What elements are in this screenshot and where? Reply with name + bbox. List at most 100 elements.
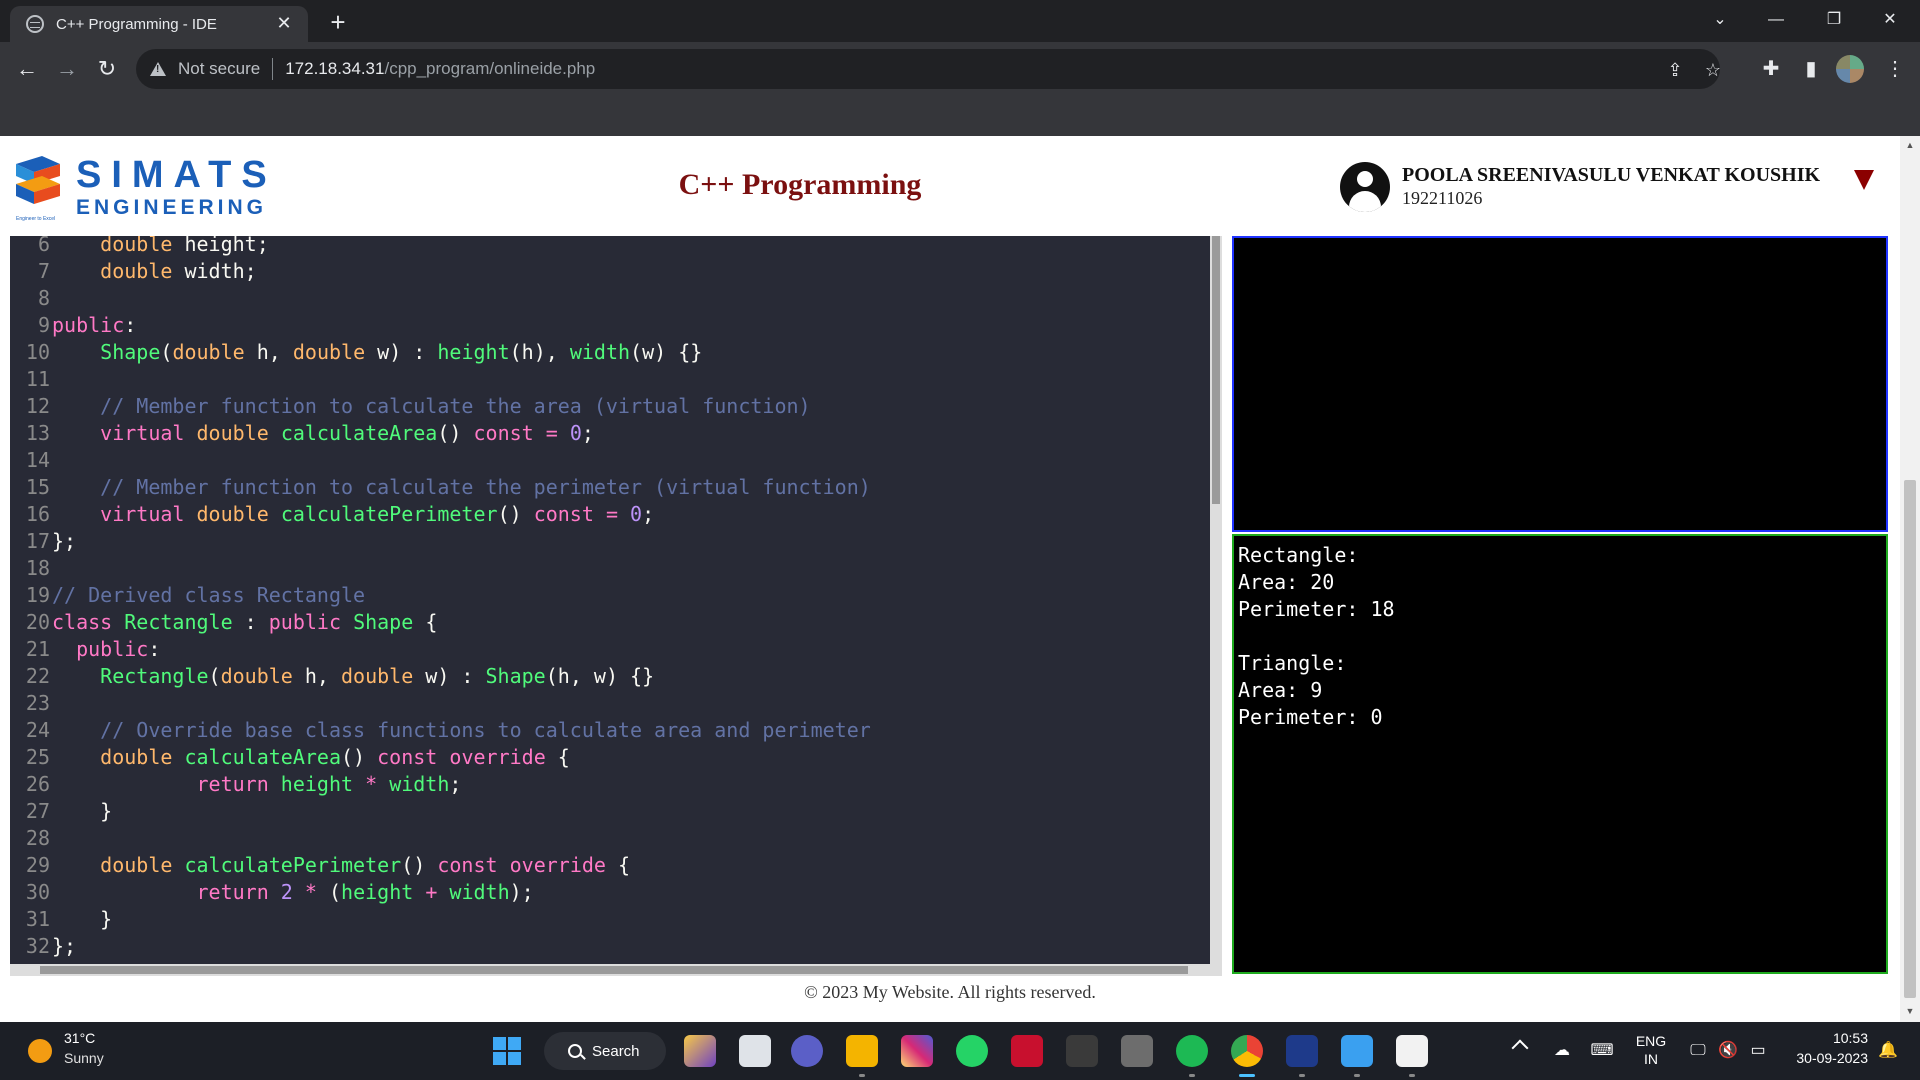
- user-menu-caret-icon[interactable]: [1854, 170, 1874, 190]
- browser-tab[interactable]: C++ Programming - IDE ✕: [10, 6, 308, 42]
- code-line[interactable]: 27 }: [10, 798, 1220, 825]
- extensions-puzzle-icon[interactable]: ✚: [1756, 54, 1786, 84]
- code-line[interactable]: 24 // Override base class functions to c…: [10, 717, 1220, 744]
- code-line[interactable]: 15 // Member function to calculate the p…: [10, 474, 1220, 501]
- weather-condition[interactable]: Sunny: [64, 1050, 104, 1066]
- code-line[interactable]: 6 double height;: [10, 236, 1220, 258]
- code-line[interactable]: 7 double width;: [10, 258, 1220, 285]
- code-line[interactable]: 31 }: [10, 906, 1220, 933]
- side-panel-icon[interactable]: ▮: [1796, 54, 1826, 84]
- code-line[interactable]: 8: [10, 285, 1220, 312]
- code-line[interactable]: 17};: [10, 528, 1220, 555]
- notepad-icon[interactable]: [1341, 1035, 1373, 1067]
- scroll-up-arrow-icon[interactable]: ▲: [1900, 140, 1920, 152]
- code-line[interactable]: 20 class Rectangle : public Shape {: [10, 609, 1220, 636]
- windows-start-icon[interactable]: [493, 1037, 521, 1065]
- page-scroll-thumb[interactable]: [1904, 480, 1916, 998]
- back-arrow-icon[interactable]: ←: [10, 52, 44, 86]
- code-line[interactable]: 13 virtual double calculateArea() const …: [10, 420, 1220, 447]
- program-input-area[interactable]: [1232, 236, 1888, 532]
- tray-overflow-chevron-icon[interactable]: [1511, 1039, 1529, 1057]
- code-line[interactable]: 26 return height * width;: [10, 771, 1220, 798]
- spotify-icon[interactable]: [1176, 1035, 1208, 1067]
- page-vertical-scrollbar[interactable]: ▲ ▼: [1900, 136, 1920, 1022]
- menu-kebab-icon[interactable]: ⋮: [1880, 54, 1910, 84]
- url-path[interactable]: /cpp_program/onlineide.php: [384, 59, 595, 79]
- code-line[interactable]: 16 virtual double calculatePerimeter() c…: [10, 501, 1220, 528]
- new-tab-button[interactable]: +: [324, 8, 352, 36]
- scroll-down-arrow-icon[interactable]: ▼: [1900, 1006, 1920, 1018]
- instagram-icon[interactable]: [901, 1035, 933, 1067]
- code-line[interactable]: 32};: [10, 933, 1220, 960]
- code-line[interactable]: 21 public:: [10, 636, 1220, 663]
- code-editor[interactable]: 6 double height; 7 double width; 8 9 public:…: [10, 236, 1220, 964]
- clock-date[interactable]: 30-09-2023: [1780, 1050, 1868, 1066]
- code-line[interactable]: 22 Rectangle(double h, double w) : Shape…: [10, 663, 1220, 690]
- volume-muted-icon[interactable]: 🔇: [1716, 1040, 1740, 1062]
- widgets-app-icon[interactable]: [684, 1035, 716, 1067]
- line-number: 16: [25, 502, 50, 526]
- code-text: };: [52, 933, 76, 960]
- forward-arrow-icon[interactable]: →: [50, 52, 84, 86]
- input-language[interactable]: ENG IN: [1634, 1032, 1668, 1068]
- warning-icon[interactable]: [150, 62, 166, 76]
- app-s-icon[interactable]: [1066, 1035, 1098, 1067]
- profile-avatar[interactable]: [1836, 55, 1864, 83]
- code-line[interactable]: 25 double calculateArea() const override…: [10, 744, 1220, 771]
- tab-close-icon[interactable]: ✕: [272, 11, 296, 35]
- taskbar-search-button[interactable]: Search: [544, 1032, 666, 1070]
- code-token: 0: [569, 421, 582, 445]
- emblem-app-icon[interactable]: [1121, 1035, 1153, 1067]
- notepad-running-indicator: [1354, 1074, 1360, 1077]
- security-label[interactable]: Not secure: [178, 59, 260, 79]
- code-line[interactable]: 11: [10, 366, 1220, 393]
- reload-icon[interactable]: ↻: [90, 52, 124, 86]
- user-avatar-icon[interactable]: [1340, 162, 1390, 212]
- snipping-tool-icon[interactable]: [1396, 1035, 1428, 1067]
- line-number: 6: [37, 236, 50, 256]
- keyboard-icon[interactable]: ⌨: [1590, 1040, 1614, 1062]
- code-text: public:: [52, 312, 136, 339]
- battery-icon[interactable]: ▭: [1746, 1040, 1770, 1062]
- code-line[interactable]: 23: [10, 690, 1220, 717]
- notification-bell-icon[interactable]: 🔔: [1878, 1040, 1898, 1062]
- whatsapp-icon[interactable]: [956, 1035, 988, 1067]
- chrome-icon[interactable]: [1231, 1035, 1263, 1067]
- code-line[interactable]: 28: [10, 825, 1220, 852]
- code-line[interactable]: 19// Derived class Rectangle: [10, 582, 1220, 609]
- app-t-icon[interactable]: [1286, 1035, 1318, 1067]
- clock-time[interactable]: 10:53: [1780, 1030, 1868, 1046]
- code-token: override: [449, 745, 546, 769]
- sun-weather-icon[interactable]: [28, 1039, 52, 1063]
- editor-horizontal-scrollbar[interactable]: [10, 964, 1222, 976]
- editor-vertical-scrollbar[interactable]: [1210, 236, 1222, 964]
- code-line[interactable]: 30 return 2 * (height + width);: [10, 879, 1220, 906]
- weather-temperature[interactable]: 31°C: [64, 1030, 95, 1046]
- share-icon[interactable]: ⇪: [1662, 57, 1688, 83]
- mcafee-icon[interactable]: [1011, 1035, 1043, 1067]
- file-explorer-icon[interactable]: [846, 1035, 878, 1067]
- simats-logo[interactable]: SIMATS ENGINEERING Engineer to Excel: [10, 154, 272, 224]
- code-line[interactable]: 12 // Member function to calculate the a…: [10, 393, 1220, 420]
- code-line[interactable]: 14: [10, 447, 1220, 474]
- minimize-button[interactable]: —: [1748, 0, 1804, 42]
- close-window-button[interactable]: ✕: [1862, 0, 1918, 42]
- code-line[interactable]: 29 double calculatePerimeter() const ove…: [10, 852, 1220, 879]
- bookmark-star-icon[interactable]: ☆: [1700, 57, 1726, 83]
- address-bar[interactable]: Not secure 172.18.34.31/cpp_program/onli…: [136, 49, 1721, 89]
- url-host[interactable]: 172.18.34.31: [285, 59, 384, 79]
- editor-vertical-scroll-thumb[interactable]: [1212, 236, 1220, 504]
- teams-chat-icon[interactable]: [791, 1035, 823, 1067]
- task-view-icon[interactable]: [739, 1035, 771, 1067]
- tab-search-chevron-icon[interactable]: ⌄: [1692, 0, 1748, 42]
- onedrive-cloud-icon[interactable]: ☁: [1550, 1040, 1574, 1062]
- network-icon[interactable]: 🖵: [1686, 1040, 1710, 1062]
- code-line[interactable]: 18: [10, 555, 1220, 582]
- code-line[interactable]: 9 public:: [10, 312, 1220, 339]
- editor-horizontal-scroll-thumb[interactable]: [40, 966, 1188, 974]
- code-line[interactable]: 10 Shape(double h, double w) : height(h)…: [10, 339, 1220, 366]
- restore-button[interactable]: ❐: [1806, 0, 1862, 42]
